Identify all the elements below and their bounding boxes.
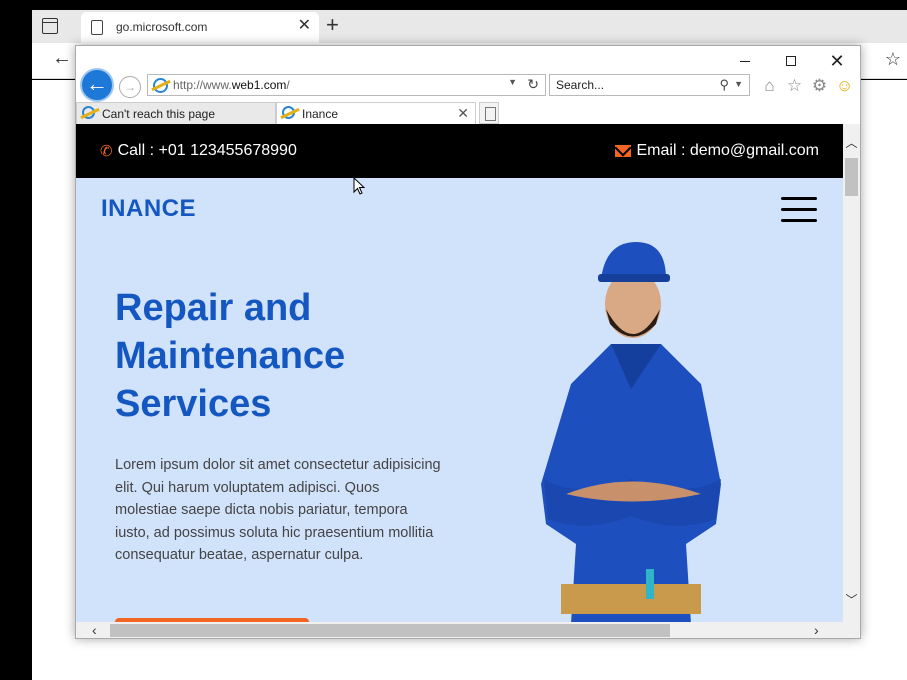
minimize-icon [740, 60, 750, 62]
ie-tab-title: Inance [302, 107, 339, 121]
menu-hamburger-icon[interactable] [781, 197, 817, 223]
address-dropdown-icon[interactable]: ▼ [508, 77, 517, 87]
horizontal-scrollbar[interactable]: ‹ › [76, 622, 860, 638]
feedback-smiley-icon[interactable]: ☺ [835, 76, 854, 95]
scroll-left-icon[interactable]: ‹ [92, 622, 97, 638]
mouse-cursor-icon [353, 177, 365, 195]
scroll-down-icon[interactable]: ﹀ [843, 591, 860, 608]
ie-forward-button[interactable]: → [119, 76, 141, 98]
call-info[interactable]: ✆ Call : +01 123455678990 [100, 142, 297, 160]
outer-tab[interactable]: go.microsoft.com ✕ [81, 12, 319, 43]
ie-tab-close-icon[interactable]: ✕ [457, 105, 469, 122]
home-icon[interactable]: ⌂ [760, 76, 779, 95]
outer-tab-title: go.microsoft.com [116, 20, 208, 34]
search-dropdown-icon[interactable]: ▼ [734, 79, 743, 89]
outer-back-button[interactable]: ← [52, 47, 72, 70]
worker-image [541, 242, 721, 622]
search-input[interactable] [556, 78, 706, 92]
ie-window: ✕ ← → http://www.web1.com/ ▼ ↻ ⚲ ▼ ⌂ ☆ ⚙… [75, 45, 861, 639]
favorites-star-icon[interactable]: ☆ [785, 76, 804, 95]
address-bar[interactable]: http://www.web1.com/ ▼ ↻ [147, 74, 546, 96]
page-viewport: ✆ Call : +01 123455678990 Email : demo@g… [76, 124, 843, 622]
favorites-icon[interactable]: ☆ [885, 49, 901, 70]
hero-title: Repair and Maintenance Services [115, 287, 346, 425]
call-text: Call : +01 123455678990 [117, 142, 297, 159]
ie-toolbar-icons: ⌂ ☆ ⚙ ☺ [760, 76, 854, 95]
phone-icon: ✆ [100, 143, 113, 160]
ie-tab-strip: Can't reach this page Inance ✕ [76, 102, 860, 124]
maximize-icon [786, 56, 796, 66]
url-text[interactable]: http://www.web1.com/ [173, 78, 290, 92]
ie-back-button[interactable]: ← [80, 68, 114, 102]
outer-tab-bar: go.microsoft.com ✕ + [32, 10, 907, 43]
scroll-up-icon[interactable]: ︿ [843, 134, 860, 151]
new-tab-button[interactable]: + [326, 14, 339, 36]
outer-tab-close-icon[interactable]: ✕ [298, 18, 311, 34]
ie-tab-icon [282, 106, 295, 119]
email-text: Email : demo@gmail.com [636, 142, 819, 159]
search-icon[interactable]: ⚲ [719, 77, 729, 93]
email-info[interactable]: Email : demo@gmail.com [615, 142, 819, 160]
refresh-icon[interactable]: ↻ [527, 76, 539, 93]
ie-tab-icon [82, 106, 95, 119]
hamburger-line [781, 197, 817, 200]
url-prefix: http://www. [173, 78, 232, 92]
hero-description: Lorem ipsum dolor sit amet consectetur a… [115, 457, 441, 563]
site-logo[interactable]: INANCE [101, 195, 196, 223]
search-box[interactable]: ⚲ ▼ [549, 74, 750, 96]
hamburger-line [781, 219, 817, 222]
contact-bar: ✆ Call : +01 123455678990 Email : demo@g… [76, 124, 843, 178]
horizontal-scroll-thumb[interactable] [110, 624, 670, 637]
ie-tab-inance[interactable]: Inance ✕ [276, 102, 476, 124]
tab-actions-icon[interactable] [42, 18, 58, 34]
ie-nav-bar: ← → http://www.web1.com/ ▼ ↻ ⚲ ▼ ⌂ ☆ ⚙ ☺ [76, 68, 860, 102]
hamburger-line [781, 208, 817, 211]
vertical-scrollbar[interactable]: ︿ ﹀ [843, 124, 860, 622]
ie-tab-title: Can't reach this page [102, 107, 216, 121]
ie-new-tab-button[interactable] [479, 102, 499, 124]
ie-tab-cant-reach[interactable]: Can't reach this page [76, 102, 276, 124]
scroll-right-icon[interactable]: › [814, 622, 819, 638]
ie-page-icon [153, 78, 168, 93]
page-icon [91, 20, 103, 35]
url-suffix: / [286, 78, 290, 92]
settings-gear-icon[interactable]: ⚙ [810, 76, 829, 95]
url-domain: web1.com [231, 78, 287, 92]
envelope-icon [615, 145, 632, 157]
vertical-scroll-thumb[interactable] [845, 158, 858, 196]
